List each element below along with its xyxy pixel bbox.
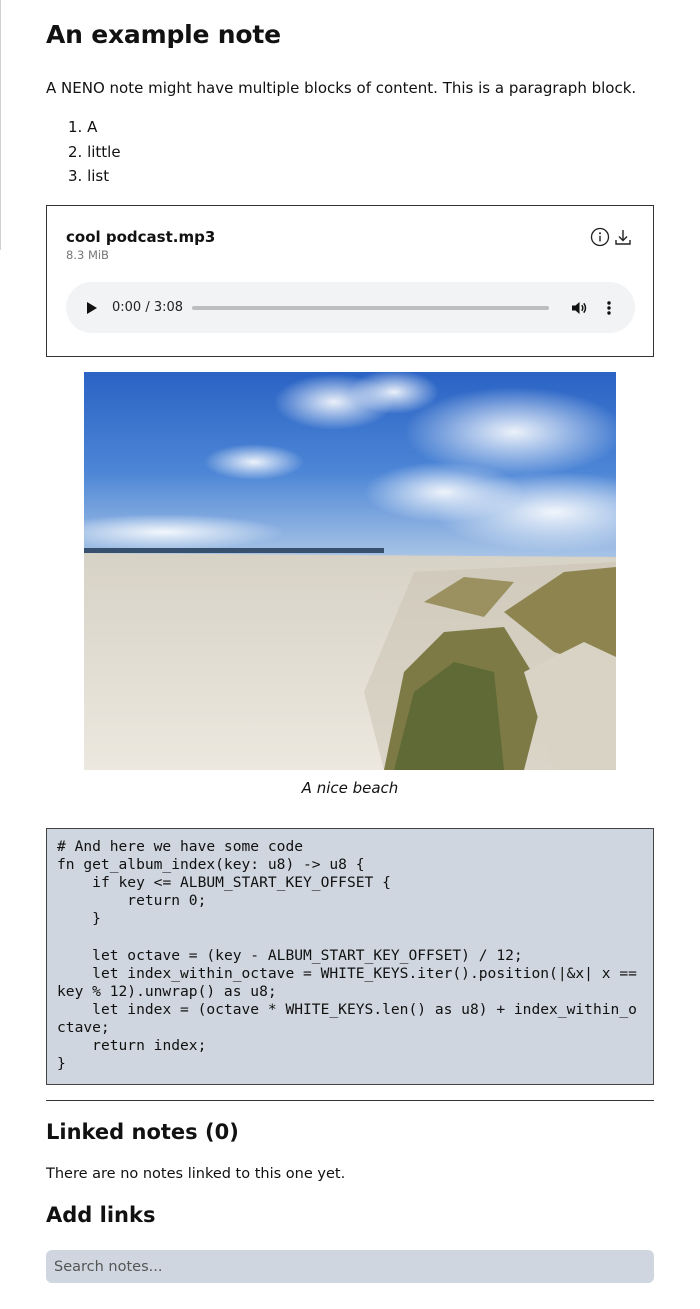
beach-image	[84, 372, 616, 770]
audio-file-name[interactable]: cool podcast.mp3	[66, 228, 215, 246]
audio-file-block: cool podcast.mp3 8.3 MiB 0:00 / 3:08	[46, 205, 654, 357]
list-item: 2. little	[68, 142, 121, 161]
audio-file-size: 8.3 MiB	[66, 248, 109, 262]
linked-notes-heading: Linked notes (0)	[46, 1120, 239, 1144]
time-display: 0:00 / 3:08	[112, 300, 184, 315]
section-divider	[46, 1100, 654, 1101]
paragraph-block: A NENO note might have multiple blocks o…	[46, 79, 637, 97]
play-icon[interactable]	[84, 299, 100, 317]
volume-icon[interactable]	[569, 298, 589, 318]
add-links-heading: Add links	[46, 1203, 156, 1227]
download-icon[interactable]	[613, 227, 633, 247]
note-title: An example note	[46, 20, 281, 49]
info-icon[interactable]	[590, 227, 610, 247]
left-edge-divider	[0, 0, 1, 250]
search-notes-input[interactable]	[46, 1250, 654, 1283]
code-block: # And here we have some code fn get_albu…	[46, 828, 654, 1085]
ordered-list: 1. A 2. little 3. list	[68, 117, 121, 191]
audio-player: 0:00 / 3:08	[66, 282, 635, 333]
more-vertical-icon[interactable]	[600, 298, 618, 318]
image-caption: A nice beach	[301, 779, 399, 797]
list-item: 1. A	[68, 118, 98, 136]
no-linked-notes-text: There are no notes linked to this one ye…	[46, 1166, 346, 1182]
list-item: 3. list	[68, 167, 110, 185]
seek-slider[interactable]	[192, 306, 549, 310]
